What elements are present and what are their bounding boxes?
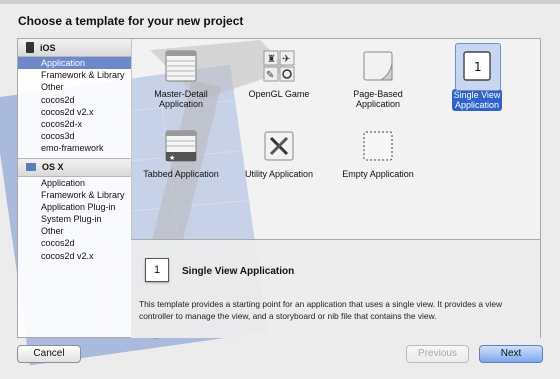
opengl-game-icon: ♜ ✈ ✎ <box>262 49 296 83</box>
template-label: Tabbed Application <box>143 169 219 179</box>
template-description-panel: 1 Single View Application This template … <box>131 239 540 338</box>
empty-icon <box>361 129 395 163</box>
svg-text:1: 1 <box>474 60 482 74</box>
utility-icon <box>262 129 296 163</box>
single-view-icon: 1 <box>460 49 494 83</box>
svg-text:★: ★ <box>169 154 175 162</box>
sidebar-item-osx-cocos2d[interactable]: cocos2d <box>18 237 131 249</box>
dialog-title: Choose a template for your new project <box>18 14 244 28</box>
template-label: OpenGL Game <box>248 89 310 99</box>
sidebar-item-ios-framework-library[interactable]: Framework & Library <box>18 69 131 81</box>
sidebar-section-ios: iOS <box>18 39 131 57</box>
template-label: Empty Application <box>342 169 414 179</box>
svg-text:♜: ♜ <box>267 54 276 65</box>
template-master-detail[interactable]: Master-Detail Application <box>141 49 221 109</box>
sidebar-item-osx-application[interactable]: Application <box>18 177 131 189</box>
previous-button[interactable]: Previous <box>406 345 469 363</box>
svg-text:✎: ✎ <box>266 70 274 81</box>
description-text: This template provides a starting point … <box>139 299 503 321</box>
tabbed-icon: ★ <box>164 129 198 163</box>
sidebar-item-ios-cocos2d-v2[interactable]: cocos2d v2.x <box>18 106 131 118</box>
iphone-icon <box>26 42 34 53</box>
template-label: Master-Detail Application <box>154 89 208 109</box>
sidebar-item-osx-system-plugin[interactable]: System Plug-in <box>18 213 131 225</box>
template-label: Page-Based Application <box>353 89 403 109</box>
sidebar-item-ios-cocos2d-x[interactable]: cocos2d-x <box>18 118 131 130</box>
template-category-sidebar: iOS Application Framework & Library Othe… <box>17 38 132 338</box>
new-project-dialog: Choose a template for your new project i… <box>0 0 560 379</box>
template-opengl-game[interactable]: ♜ ✈ ✎ OpenGL Game <box>239 49 319 99</box>
sidebar-item-osx-cocos2d-v2[interactable]: cocos2d v2.x <box>18 250 131 262</box>
sidebar-item-osx-application-plugin[interactable]: Application Plug-in <box>18 201 131 213</box>
sidebar-section-label: iOS <box>40 42 56 53</box>
template-panel: Master-Detail Application ♜ ✈ ✎ OpenGL Ga… <box>131 38 541 338</box>
sidebar-section-label: OS X <box>42 162 64 172</box>
template-label: Single View Application <box>451 89 503 111</box>
sidebar-item-ios-cocos2d[interactable]: cocos2d <box>18 94 131 106</box>
sidebar-item-osx-other[interactable]: Other <box>18 225 131 237</box>
svg-text:✈: ✈ <box>282 54 290 65</box>
sidebar-item-ios-cocos3d[interactable]: cocos3d <box>18 130 131 142</box>
template-grid: Master-Detail Application ♜ ✈ ✎ OpenGL Ga… <box>131 39 540 239</box>
mac-icon <box>26 163 36 171</box>
master-detail-icon <box>164 49 198 83</box>
template-utility[interactable]: Utility Application <box>239 129 319 179</box>
next-button[interactable]: Next <box>479 345 543 363</box>
description-title: Single View Application <box>182 266 295 277</box>
template-empty[interactable]: Empty Application <box>338 129 418 179</box>
sidebar-item-ios-other[interactable]: Other <box>18 81 131 93</box>
template-single-view[interactable]: 1 Single View Application <box>437 43 517 111</box>
page-based-icon <box>361 49 395 83</box>
sidebar-section-osx: OS X <box>18 157 131 177</box>
template-page-based[interactable]: Page-Based Application <box>338 49 418 109</box>
sidebar-item-osx-framework-library[interactable]: Framework & Library <box>18 189 131 201</box>
single-view-icon: 1 <box>145 258 169 282</box>
template-tabbed[interactable]: ★ Tabbed Application <box>141 129 221 179</box>
sidebar-item-ios-emo-framework[interactable]: emo-framework <box>18 142 131 154</box>
window-top-edge <box>0 0 560 4</box>
sidebar-item-ios-application[interactable]: Application <box>18 57 131 70</box>
cancel-button[interactable]: Cancel <box>17 345 81 363</box>
template-label: Utility Application <box>244 169 314 179</box>
